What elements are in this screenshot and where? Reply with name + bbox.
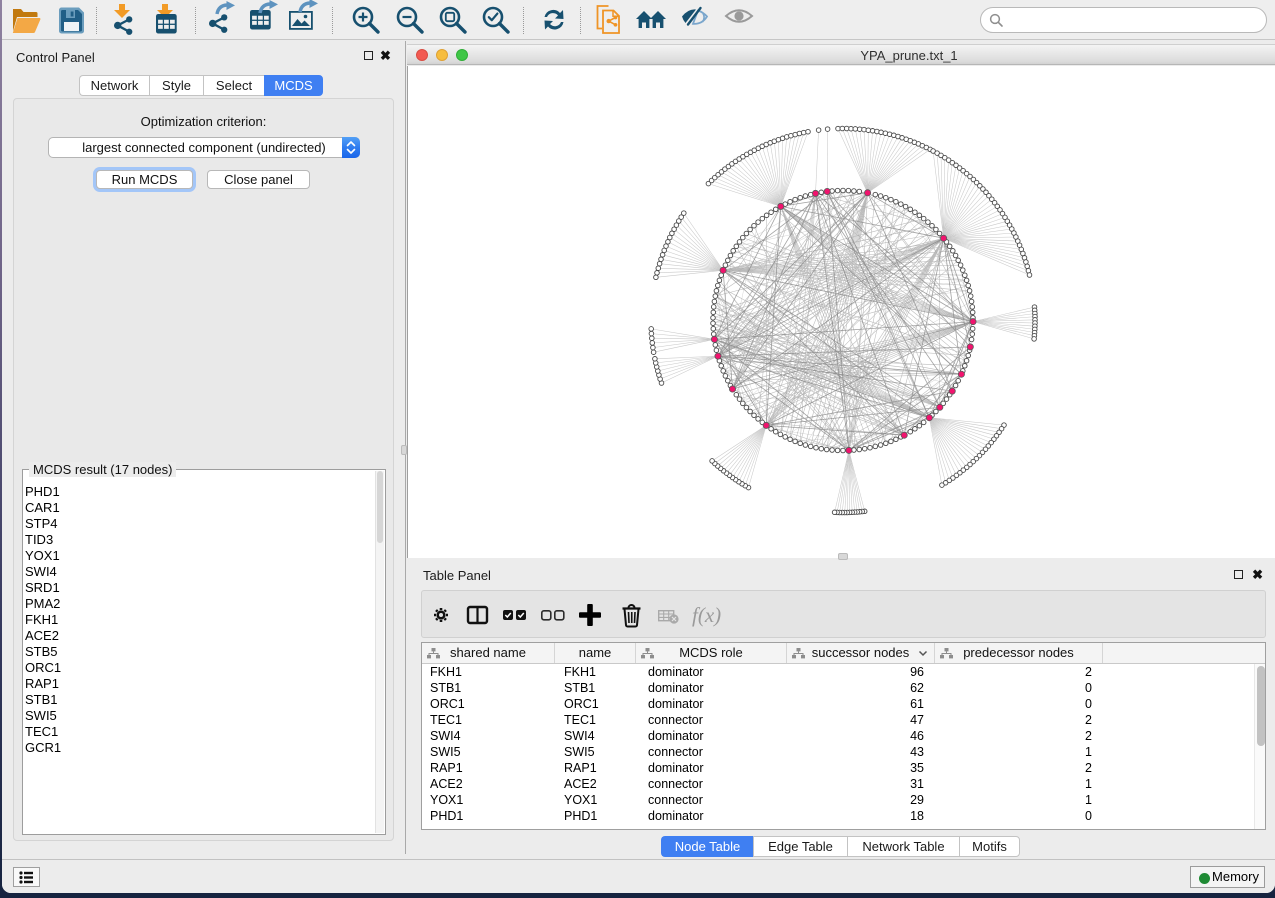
- svg-text:f(x): f(x): [692, 603, 721, 627]
